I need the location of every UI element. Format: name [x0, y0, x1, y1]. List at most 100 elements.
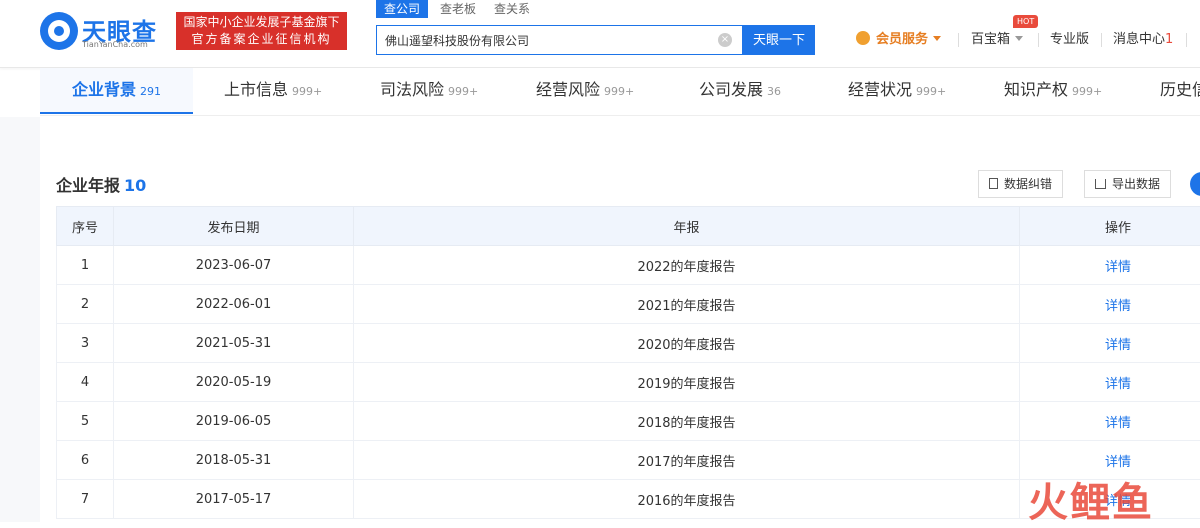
tab-count: 291 [140, 85, 161, 98]
section-title-text: 企业年报 [56, 176, 120, 195]
table-row: 22022-06-012021的年度报告详情 [57, 285, 1200, 324]
table-row: 42020-05-192019的年度报告详情 [57, 363, 1200, 402]
row-date: 2017-05-17 [114, 480, 354, 519]
tab-company-development[interactable]: 公司发展 36 [699, 68, 781, 114]
tab-label: 司法风险 [380, 80, 444, 99]
tab-count: 999+ [1072, 85, 1102, 98]
search-button[interactable]: 天眼一下 [743, 25, 815, 55]
tab-intellectual-property[interactable]: 知识产权 999+ [1004, 68, 1102, 114]
tab-count: 999+ [292, 85, 322, 98]
nav-divider [958, 33, 959, 47]
detail-link[interactable]: 详情 [1020, 363, 1200, 402]
row-date: 2018-05-31 [114, 441, 354, 480]
table-row: 52019-06-052018的年度报告详情 [57, 402, 1200, 441]
tab-count: 999+ [604, 85, 634, 98]
nav-divider [1101, 33, 1102, 47]
table-header-row: 序号 发布日期 年报 操作 [57, 207, 1200, 246]
column-header-report: 年报 [354, 207, 1020, 246]
row-no: 3 [57, 324, 114, 363]
search-tab-boss[interactable]: 查老板 [440, 0, 476, 18]
data-correction-button[interactable]: 数据纠错 [978, 170, 1063, 198]
tab-label: 上市信息 [224, 80, 288, 99]
logo-eye-icon [40, 12, 78, 50]
row-report: 2019的年度报告 [354, 363, 1020, 402]
site-logo[interactable]: 天眼查 TianYanCha.com [40, 12, 168, 52]
row-date: 2020-05-19 [114, 363, 354, 402]
tab-count: 999+ [916, 85, 946, 98]
detail-link[interactable]: 详情 [1020, 246, 1200, 285]
search-tab-relation[interactable]: 查关系 [494, 0, 530, 18]
data-correction-label: 数据纠错 [1004, 177, 1052, 191]
nav-divider [1186, 33, 1187, 47]
tab-listing-info[interactable]: 上市信息 999+ [224, 68, 322, 114]
row-report: 2021的年度报告 [354, 285, 1020, 324]
badge-line-1: 国家中小企业发展子基金旗下 [182, 14, 341, 31]
section-count: 10 [124, 176, 146, 195]
export-data-button[interactable]: 导出数据 [1084, 170, 1171, 198]
toolbox-label: 百宝箱 [971, 32, 1010, 47]
row-no: 7 [57, 480, 114, 519]
tab-history[interactable]: 历史信 [1160, 68, 1200, 114]
row-date: 2022-06-01 [114, 285, 354, 324]
tab-count: 999+ [448, 85, 478, 98]
chevron-down-icon [1015, 36, 1023, 41]
detail-link[interactable]: 详情 [1020, 285, 1200, 324]
row-no: 6 [57, 441, 114, 480]
hot-badge: HOT [1013, 15, 1038, 28]
toolbox-menu[interactable]: 百宝箱 [971, 30, 1023, 50]
message-center-link[interactable]: 消息中心1 [1113, 30, 1173, 50]
row-report: 2018的年度报告 [354, 402, 1020, 441]
nav-divider [1038, 33, 1039, 47]
tab-company-background[interactable]: 企业背景 291 [40, 68, 193, 114]
badge-line-2: 官方备案企业征信机构 [182, 31, 341, 48]
tab-label: 历史信 [1160, 80, 1200, 99]
row-no: 2 [57, 285, 114, 324]
tab-operation-risk[interactable]: 经营风险 999+ [536, 68, 634, 114]
section-title-annual-report: 企业年报10 [56, 172, 146, 196]
search-tab-company[interactable]: 查公司 [376, 0, 428, 18]
column-header-date: 发布日期 [114, 207, 354, 246]
chevron-down-icon [933, 36, 941, 41]
main-tab-bar: 企业背景 291 上市信息 999+ 司法风险 999+ 经营风险 999+ 公司发展 3… [40, 68, 1200, 116]
row-report: 2022的年度报告 [354, 246, 1020, 285]
row-report: 2016的年度报告 [354, 480, 1020, 519]
row-date: 2023-06-07 [114, 246, 354, 285]
table-row: 32021-05-312020的年度报告详情 [57, 324, 1200, 363]
tab-count: 36 [767, 85, 781, 98]
detail-link[interactable]: 详情 [1020, 402, 1200, 441]
crown-icon [856, 31, 870, 45]
vip-label: 会员服务 [876, 32, 928, 47]
message-label: 消息中心 [1113, 32, 1165, 47]
official-badge[interactable]: 国家中小企业发展子基金旗下 官方备案企业征信机构 [176, 12, 347, 50]
export-data-label: 导出数据 [1112, 177, 1160, 191]
row-date: 2019-06-05 [114, 402, 354, 441]
row-no: 4 [57, 363, 114, 402]
column-header-action: 操作 [1020, 207, 1200, 246]
clear-icon[interactable]: × [718, 33, 732, 47]
row-no: 5 [57, 402, 114, 441]
row-report: 2020的年度报告 [354, 324, 1020, 363]
search-input[interactable] [377, 26, 707, 54]
top-header: 天眼查 TianYanCha.com 国家中小企业发展子基金旗下 官方备案企业征… [0, 0, 1200, 68]
tab-label: 企业背景 [72, 80, 136, 99]
row-report: 2017的年度报告 [354, 441, 1020, 480]
tab-judicial-risk[interactable]: 司法风险 999+ [380, 68, 478, 114]
column-header-no: 序号 [57, 207, 114, 246]
pro-version-link[interactable]: 专业版 [1050, 30, 1089, 50]
tab-label: 知识产权 [1004, 80, 1068, 99]
detail-link[interactable]: 详情 [1020, 324, 1200, 363]
logo-subtitle: TianYanCha.com [82, 40, 148, 49]
tab-label: 经营风险 [536, 80, 600, 99]
download-icon [1095, 179, 1106, 189]
vip-service-menu[interactable]: 会员服务 [856, 30, 941, 50]
tab-label: 公司发展 [699, 80, 763, 99]
search-box: × [376, 25, 743, 55]
table-row: 12023-06-072022的年度报告详情 [57, 246, 1200, 285]
watermark-text: 火鲤鱼 [1028, 470, 1154, 528]
tab-label: 经营状况 [848, 80, 912, 99]
row-no: 1 [57, 246, 114, 285]
row-date: 2021-05-31 [114, 324, 354, 363]
tab-business-status[interactable]: 经营状况 999+ [848, 68, 946, 114]
document-icon [989, 178, 998, 189]
message-count: 1 [1165, 32, 1173, 47]
